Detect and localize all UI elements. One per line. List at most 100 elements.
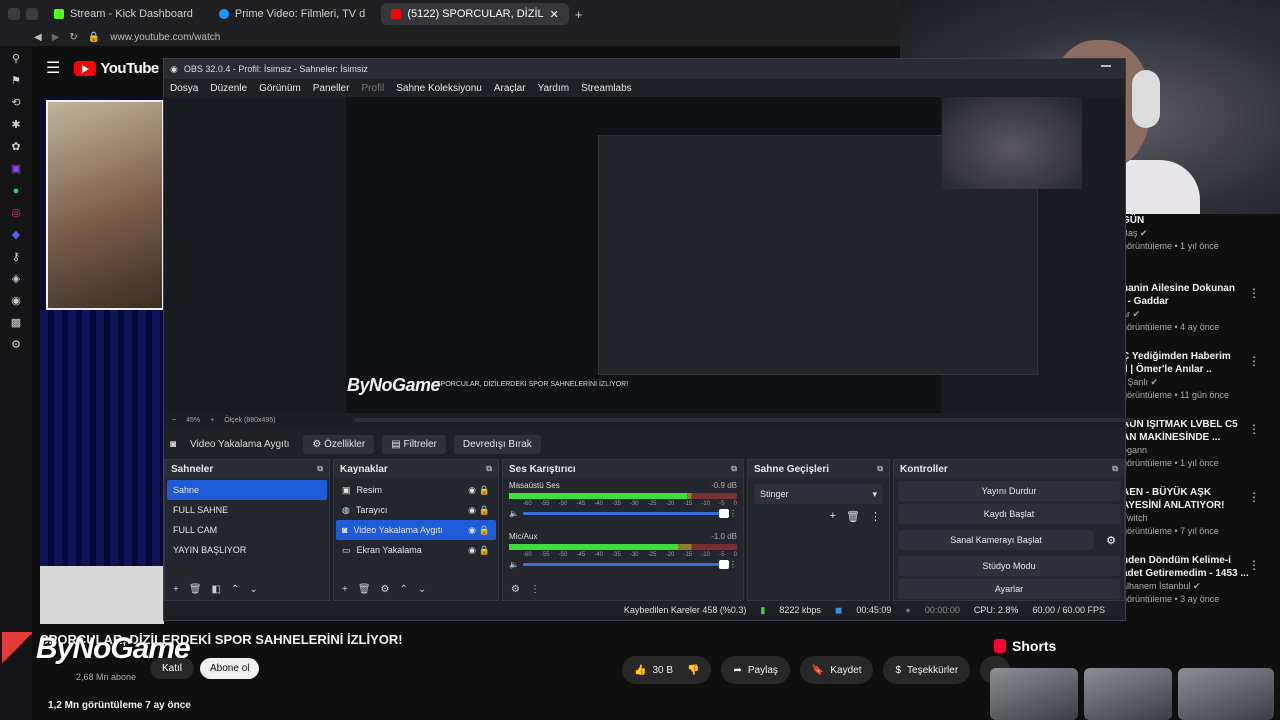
scene-item[interactable]: FULL CAM [167, 520, 327, 540]
undock-icon[interactable]: ⧉ [731, 464, 737, 474]
more-icon[interactable]: ⋮ [1248, 422, 1260, 436]
new-tab-icon[interactable]: + [575, 7, 583, 22]
trash-icon[interactable]: 🗑 [189, 584, 202, 595]
up-icon[interactable]: ⌃ [400, 584, 408, 595]
studio-mode-button[interactable]: Stüdyo Modu [898, 556, 1120, 576]
volume-slider[interactable] [522, 509, 729, 518]
zoom-in-icon[interactable]: + [210, 417, 214, 424]
eye-icon[interactable]: ◉ [468, 545, 476, 556]
wallet-icon[interactable]: ◈ [12, 272, 20, 286]
undock-icon[interactable]: ⧉ [1112, 464, 1118, 474]
preview-scrollbar[interactable] [354, 418, 1134, 422]
undock-icon[interactable]: ⧉ [486, 464, 492, 474]
menu-view[interactable]: Görünüm [259, 83, 301, 94]
trash-icon[interactable]: 🗑 [846, 510, 860, 523]
eye-icon[interactable]: ◉ [468, 485, 476, 496]
pin-icon[interactable]: ⚲ [12, 52, 20, 66]
rec-item[interactable]: AEN - BÜYÜK AŞK AYESİNİ ANLATIYOR! Twitch… [1122, 486, 1280, 554]
down-icon[interactable]: ⌄ [418, 584, 426, 595]
thanks-button[interactable]: $ Teşekkürler [883, 656, 971, 684]
join-button[interactable]: Katıl [150, 658, 195, 679]
video-player[interactable] [40, 96, 164, 624]
advanced-audio-icon[interactable]: ⚙ [511, 584, 520, 595]
close-icon[interactable]: ✕ [550, 8, 559, 21]
menu-streamlabs[interactable]: Streamlabs [581, 83, 632, 94]
discord-icon[interactable]: ◆ [12, 228, 20, 242]
lock-icon[interactable]: 🔒 [479, 485, 490, 496]
minimize-icon[interactable] [1101, 65, 1111, 67]
twitch-icon[interactable]: ▣ [11, 162, 21, 176]
subscribe-button[interactable]: Abone ol [200, 658, 260, 679]
scale-label[interactable]: Ölçek (880x495) [224, 417, 275, 424]
add-icon[interactable]: + [830, 510, 836, 523]
more-icon[interactable]: ⋮ [1248, 558, 1260, 572]
youtube-logo[interactable]: YouTube TR [74, 60, 172, 77]
lock-icon[interactable]: 🔒 [479, 505, 490, 516]
thumbs-down-icon[interactable]: 👎 [687, 665, 699, 676]
menu-docks[interactable]: Paneller [313, 83, 350, 94]
zoom-out-icon[interactable]: − [172, 417, 176, 424]
forward-icon[interactable]: ▶ [52, 32, 60, 43]
short-thumbnail[interactable] [1178, 668, 1274, 720]
more-icon[interactable]: ⋮ [1248, 354, 1260, 368]
vpn-icon[interactable]: ⚷ [12, 250, 20, 264]
more-icon[interactable]: ⋮ [729, 509, 737, 518]
gear-icon[interactable]: ⚙ [381, 584, 390, 595]
deactivate-button[interactable]: Devredışı Bırak [453, 434, 541, 454]
scene-item[interactable]: YAYIN BAŞLIYOR [167, 540, 327, 560]
menu-scene-collection[interactable]: Sahne Koleksiyonu [396, 83, 482, 94]
instagram-icon[interactable]: ◎ [11, 206, 21, 220]
extension-icon[interactable]: ✱ [11, 118, 20, 132]
rec-item[interactable]: hanin Ailesine Dokunan l - Gaddar ar ✔ gör… [1122, 282, 1280, 350]
settings-button[interactable]: Ayarlar [898, 579, 1120, 599]
filter-icon[interactable]: ◧ [212, 584, 221, 595]
menu-profile[interactable]: Profil [361, 83, 384, 94]
more-icon[interactable]: ⋮ [1248, 286, 1260, 300]
eye-icon[interactable]: ◉ [468, 525, 476, 536]
menu-edit[interactable]: Düzenle [210, 83, 247, 94]
trash-icon[interactable]: 🗑 [358, 584, 371, 595]
undock-icon[interactable]: ⧉ [877, 464, 883, 474]
tab-prime[interactable]: Prime Video: Filmleri, TV d [209, 3, 375, 25]
source-item[interactable]: ▭ Ekran Yakalama ◉ 🔒 [336, 540, 496, 560]
tab-icon[interactable] [26, 8, 38, 20]
start-recording-button[interactable]: Kaydı Başlat [898, 504, 1120, 524]
down-icon[interactable]: ⌄ [249, 584, 257, 595]
more-icon[interactable]: ⋮ [729, 560, 737, 569]
rec-item[interactable]: Ç Yediğimden Haberim ll | Ömer'le Anılar… [1122, 350, 1280, 418]
bookmark-icon[interactable]: ⚑ [11, 74, 21, 88]
add-icon[interactable]: + [173, 584, 179, 595]
gear-icon[interactable]: ⚙ [1098, 534, 1124, 547]
transition-select[interactable]: Stinger ▾ [754, 484, 883, 504]
speaker-icon[interactable]: 🔈 [509, 509, 519, 518]
virtual-camera-button[interactable]: Sanal Kamerayı Başlat [898, 530, 1095, 550]
settings-icon[interactable]: ⚙ [11, 338, 21, 352]
slider-handle[interactable] [719, 509, 729, 518]
url-text[interactable]: www.youtube.com/watch [110, 32, 220, 43]
more-icon[interactable]: ⋮ [530, 584, 540, 595]
player-icon[interactable]: ◉ [11, 294, 21, 308]
lock-icon[interactable]: 🔒 [479, 525, 490, 536]
save-button[interactable]: 🔖 Kaydet [799, 656, 874, 684]
short-thumbnail[interactable] [1084, 668, 1172, 720]
undock-icon[interactable]: ⧉ [317, 464, 323, 474]
reload-icon[interactable]: ↻ [69, 32, 77, 43]
source-item[interactable]: ◍ Tarayıcı ◉ 🔒 [336, 500, 496, 520]
more-icon[interactable]: ⋮ [870, 510, 881, 523]
lock-icon[interactable]: 🔒 [479, 545, 490, 556]
back-icon[interactable]: ◀ [34, 32, 42, 43]
eye-icon[interactable]: ◉ [468, 505, 476, 516]
scene-item[interactable]: Sahne [167, 480, 327, 500]
obs-preview[interactable]: ByNoGame SPORCULAR, DİZİLERDEKİ SPOR SAH… [164, 97, 1125, 413]
menu-file[interactable]: Dosya [170, 83, 198, 94]
like-button[interactable]: 👍 30 B 👎 [622, 656, 712, 684]
slider-handle[interactable] [719, 560, 729, 569]
chatgpt-icon[interactable]: ✿ [11, 140, 20, 154]
filters-button[interactable]: ▤ Filtreler [382, 434, 446, 454]
rec-item[interactable]: nden Döndüm Kelime-i adet Getiremedim - … [1122, 554, 1280, 622]
properties-button[interactable]: ⚙ Özellikler [303, 434, 375, 454]
window-icon[interactable] [8, 8, 20, 20]
stop-stream-button[interactable]: Yayını Durdur [898, 481, 1120, 501]
short-thumbnail[interactable] [990, 668, 1078, 720]
history-icon[interactable]: ⟲ [11, 96, 20, 110]
